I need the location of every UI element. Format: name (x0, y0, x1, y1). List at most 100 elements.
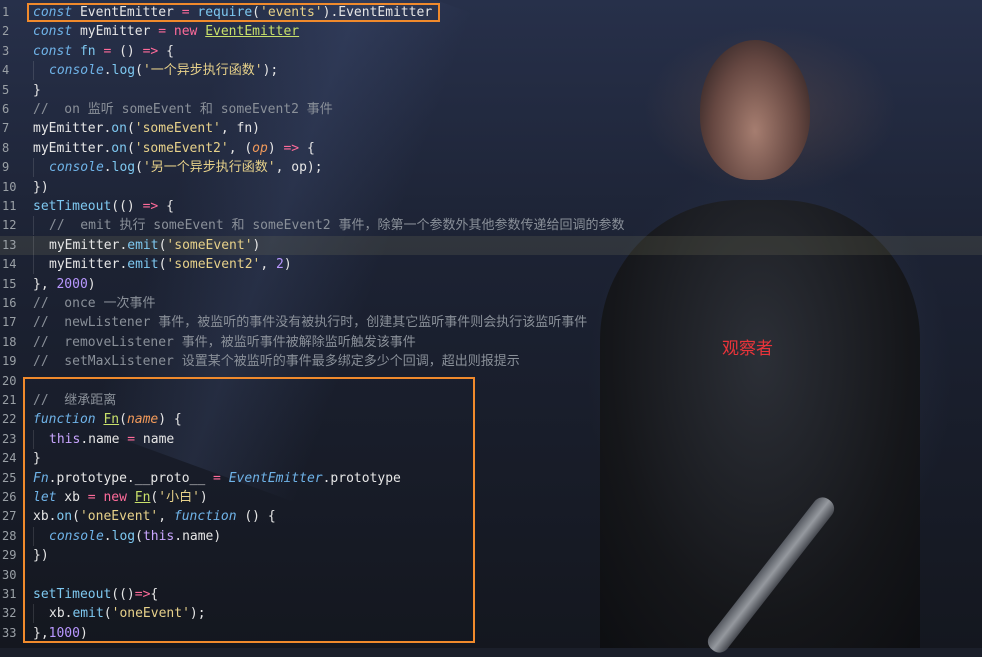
code-text: myEmitter.emit('someEvent2', 2) (28, 255, 292, 275)
line-number: 5 (2, 82, 10, 97)
code-line[interactable]: 16 // once 一次事件 (0, 294, 982, 313)
code-line[interactable]: 4 console.log('一个异步执行函数'); (0, 61, 982, 81)
indent-guide (33, 158, 49, 178)
line-number: 11 (2, 199, 17, 213)
code-token: ) (252, 237, 261, 253)
code-text: const myEmitter = new EventEmitter (28, 22, 299, 41)
code-token: setTimeout (33, 199, 112, 214)
code-token: on (111, 121, 127, 137)
code-line[interactable]: 12 // emit 执行 someEvent 和 someEvent2 事件，除… (0, 216, 982, 236)
code-token: , fn) (220, 121, 260, 137)
line-number: 19 (2, 354, 17, 369)
highlight-box-inheritance (23, 377, 475, 643)
line-number: 14 (2, 257, 17, 272)
line-number: 18 (2, 334, 17, 349)
code-token: myEmitter. (33, 140, 112, 156)
code-token: (() (111, 199, 143, 214)
code-token: emit (127, 257, 159, 273)
line-number: 3 (2, 43, 10, 58)
code-token: } (33, 82, 41, 98)
code-token: // emit 执行 someEvent 和 someEvent2 事件，除第一… (49, 218, 625, 234)
code-token: fn (72, 43, 96, 59)
code-text: myEmitter.emit('someEvent') (28, 235, 261, 255)
code-token: = (103, 43, 112, 59)
code-token: // newListener 事件，被监听的事件没有被执行时，创建其它监听事件则… (33, 315, 588, 331)
code-token: op (252, 140, 268, 156)
code-token: // setMaxListener 设置某个被监听的事件最多绑定多少个回调，超出… (33, 354, 520, 370)
code-token: ) (87, 276, 96, 292)
code-token: ( (135, 160, 143, 176)
code-line[interactable]: 9 console.log('另一个异步执行函数', op); (0, 158, 982, 178)
line-number: 15 (2, 276, 17, 291)
code-text: myEmitter.on('someEvent2', (op) => { (28, 139, 315, 158)
code-line[interactable]: 6 // on 监听 someEvent 和 someEvent2 事件 (0, 100, 982, 119)
code-token: => (142, 43, 159, 59)
code-token: // removeListener 事件，被监听事件被解除监听触发该事件 (33, 334, 416, 350)
code-line[interactable]: 13 myEmitter.emit('someEvent') (0, 235, 982, 256)
code-token: 2000 (56, 276, 88, 292)
code-token: ) (267, 140, 284, 156)
observer-annotation: 观察者 (722, 339, 773, 359)
code-line[interactable]: 17 // newListener 事件，被监听的事件没有被执行时，创建其它监听事… (0, 313, 982, 332)
code-line[interactable]: 18 // removeListener 事件，被监听事件被解除监听触发该事件 (0, 333, 982, 352)
code-token: 'someEvent' (134, 121, 221, 137)
code-token: emit (127, 237, 159, 253)
indent-guide (33, 235, 49, 255)
code-line[interactable]: 10}) (0, 178, 982, 197)
code-line[interactable]: 15 }, 2000) (0, 275, 982, 294)
code-token: ) (283, 257, 292, 273)
code-line[interactable]: 19 // setMaxListener 设置某个被监听的事件最多绑定多少个回调，… (0, 352, 982, 371)
line-number: 16 (2, 296, 17, 310)
line-number: 7 (2, 121, 10, 136)
highlight-box-require (27, 3, 440, 22)
code-token: EventEmitter (205, 24, 300, 40)
code-token: . (103, 160, 112, 176)
code-line[interactable]: 3 const fn = () => { (0, 42, 982, 61)
code-line[interactable]: 8 myEmitter.on('someEvent2', (op) => { (0, 139, 982, 158)
code-token: '一个异步执行函数' (142, 63, 263, 79)
code-text: }, 2000) (28, 275, 96, 294)
code-token: myEmitter. (33, 121, 112, 137)
code-token: // once 一次事件 (33, 296, 156, 311)
code-text: // on 监听 someEvent 和 someEvent2 事件 (28, 100, 333, 119)
line-number: 13 (2, 237, 17, 252)
code-token: { (299, 140, 315, 156)
line-number: 17 (2, 315, 17, 330)
code-line[interactable]: 2 const myEmitter = new EventEmitter (0, 22, 982, 41)
code-token: const (33, 43, 73, 59)
code-token: // on 监听 someEvent 和 someEvent2 事件 (33, 102, 333, 117)
code-line[interactable]: 5} (0, 81, 982, 100)
code-text: // removeListener 事件，被监听事件被解除监听触发该事件 (28, 333, 416, 352)
code-token: log (111, 63, 136, 79)
code-line[interactable]: 7 myEmitter.on('someEvent', fn) (0, 119, 982, 138)
code-line[interactable]: 11 setTimeout(() => { (0, 197, 982, 216)
code-token: '另一个异步执行函数' (142, 160, 276, 176)
code-text: const fn = () => { (28, 42, 174, 61)
code-token: { (158, 43, 174, 59)
code-text: } (28, 81, 41, 100)
line-number: 2 (2, 24, 10, 39)
code-text: }) (28, 178, 49, 197)
line-number: 12 (2, 218, 17, 233)
code-token: 'someEvent2' (166, 257, 261, 273)
code-token: = (158, 24, 167, 40)
code-token: myEmitter. (49, 237, 128, 253)
code-text: myEmitter.on('someEvent', fn) (28, 119, 260, 138)
code-text: setTimeout(() => { (28, 197, 174, 216)
code-token: 'someEvent' (166, 237, 253, 253)
code-text: // newListener 事件，被监听的事件没有被执行时，创建其它监听事件则… (28, 313, 587, 332)
code-token: 'someEvent2' (134, 140, 229, 156)
code-token: ( (126, 140, 135, 156)
line-number: 10 (2, 179, 17, 194)
code-token: myEmitter. (49, 257, 128, 273)
line-number: 6 (2, 102, 10, 116)
code-token: new (173, 24, 198, 40)
code-token: ( (126, 121, 135, 137)
code-text: // setMaxListener 设置某个被监听的事件最多绑定多少个回调，超出… (28, 352, 520, 371)
code-line[interactable]: 14 myEmitter.emit('someEvent2', 2) (0, 255, 982, 275)
code-token: log (111, 160, 136, 176)
code-text: // emit 执行 someEvent 和 someEvent2 事件，除第一… (28, 216, 625, 236)
code-token: console (49, 160, 104, 176)
code-token: , ( (228, 140, 253, 156)
